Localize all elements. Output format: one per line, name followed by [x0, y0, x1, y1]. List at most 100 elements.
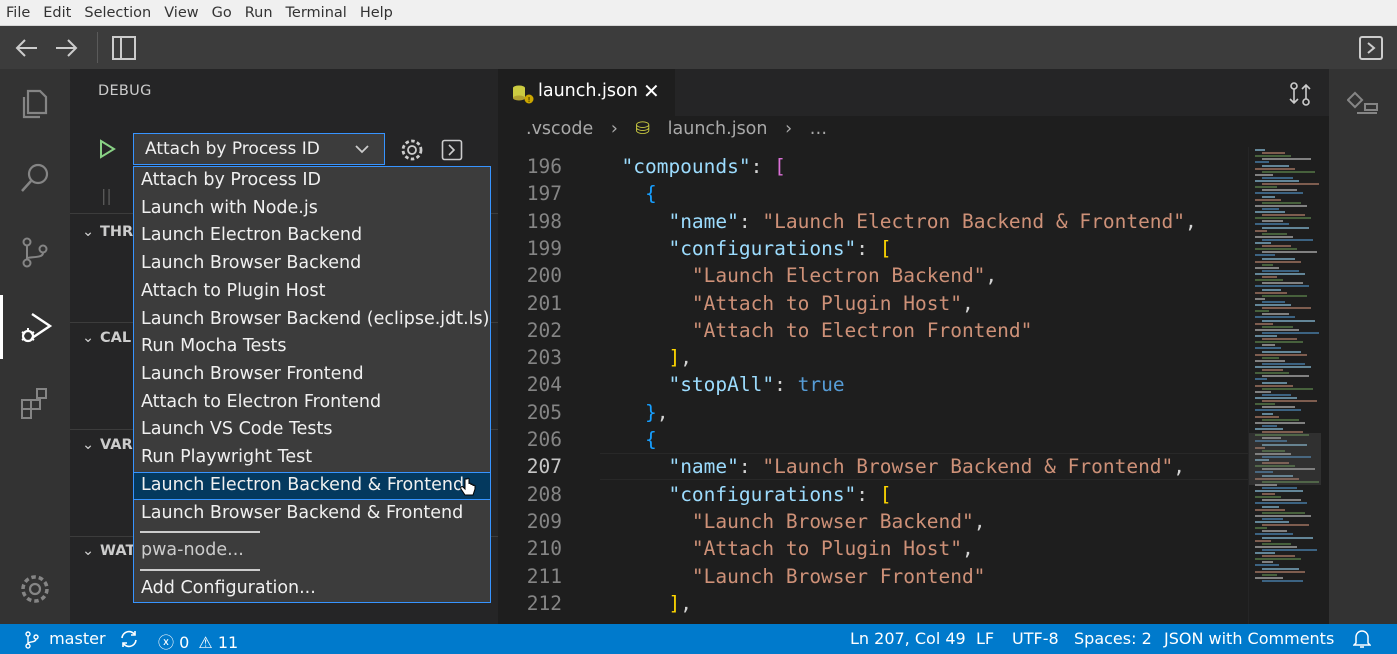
- code-line[interactable]: 201 "Attach to Plugin Host",: [498, 290, 1248, 317]
- menu-item-run[interactable]: Run: [245, 5, 273, 21]
- eol-indicator[interactable]: LF: [976, 629, 994, 648]
- menu-item-terminal[interactable]: Terminal: [286, 5, 347, 21]
- code-line[interactable]: 211 "Launch Browser Frontend": [498, 563, 1248, 590]
- dropdown-option-label: Launch Electron Backend & Frontend: [141, 475, 465, 495]
- dropdown-option[interactable]: Launch Browser Backend (eclipse.jdt.ls): [134, 306, 490, 333]
- language-mode[interactable]: JSON with Comments: [1164, 629, 1334, 648]
- minimap-line: [1255, 297, 1265, 300]
- minimap-line: [1262, 579, 1303, 582]
- menu-item-selection[interactable]: Selection: [84, 5, 151, 21]
- variables-section-header[interactable]: ⌄ VAR: [82, 437, 133, 453]
- dropdown-option[interactable]: Launch Browser Backend & Frontend: [134, 500, 490, 527]
- indentation-indicator[interactable]: Spaces: 2: [1074, 629, 1152, 648]
- dropdown-option[interactable]: Run Playwright Test: [134, 444, 490, 471]
- code-line[interactable]: 210 "Attach to Plugin Host",: [498, 535, 1248, 562]
- dropdown-option[interactable]: Launch with Node.js: [134, 195, 490, 222]
- menu-item-file[interactable]: File: [6, 5, 30, 21]
- run-debug-icon[interactable]: [0, 295, 70, 359]
- notifications-bell-icon[interactable]: [1353, 629, 1371, 649]
- line-number: 199: [526, 236, 562, 260]
- menu-item-help[interactable]: Help: [360, 5, 393, 21]
- back-arrow-icon[interactable]: [13, 34, 41, 62]
- minimap-line: [1262, 152, 1285, 155]
- code-line[interactable]: 204 "stopAll": true: [498, 371, 1248, 398]
- open-launch-json-gear-icon[interactable]: [399, 137, 425, 163]
- code-text: "Launch Browser Frontend": [691, 564, 986, 588]
- dropdown-option[interactable]: Attach to Plugin Host: [134, 278, 490, 305]
- dropdown-option[interactable]: Attach to Electron Frontend: [134, 389, 490, 416]
- explorer-icon[interactable]: [0, 72, 70, 136]
- breadcrumb-item[interactable]: …: [810, 119, 828, 139]
- toggle-panel-icon[interactable]: [1357, 34, 1385, 62]
- code-line[interactable]: 206 {: [498, 426, 1248, 453]
- settings-gear-icon[interactable]: [0, 557, 70, 621]
- minimap-slider[interactable]: [1249, 433, 1321, 485]
- dropdown-option[interactable]: Launch Browser Backend: [134, 250, 490, 277]
- sync-icon[interactable]: [119, 629, 139, 649]
- code-line[interactable]: 209 "Launch Browser Backend",: [498, 508, 1248, 535]
- line-number: 201: [526, 291, 562, 315]
- tab-bar: ! launch.json ✕: [498, 69, 1329, 116]
- minimap[interactable]: [1248, 147, 1321, 624]
- code-line[interactable]: 202 "Attach to Electron Frontend": [498, 317, 1248, 344]
- toggle-sidebar-icon[interactable]: [110, 34, 138, 62]
- breadcrumb-item[interactable]: launch.json: [668, 119, 768, 139]
- code-line[interactable]: 197 {: [498, 180, 1248, 207]
- code-line[interactable]: 205 },: [498, 399, 1248, 426]
- open-changes-icon[interactable]: [1288, 81, 1312, 107]
- dropdown-option[interactable]: Launch Browser Frontend: [134, 361, 490, 388]
- line-number: 211: [526, 564, 562, 588]
- minimap-line: [1262, 158, 1311, 161]
- encoding-indicator[interactable]: UTF-8: [1012, 629, 1059, 648]
- breadcrumb-item[interactable]: .vscode: [526, 119, 593, 139]
- code-line[interactable]: 199 "configurations": [: [498, 235, 1248, 262]
- debug-console-icon[interactable]: [441, 139, 463, 161]
- dropdown-option[interactable]: Attach by Process ID: [134, 167, 490, 194]
- code-line[interactable]: 212 ],: [498, 590, 1248, 617]
- extensions-icon[interactable]: [0, 371, 70, 435]
- threads-section-header[interactable]: ⌄ THR: [82, 224, 133, 240]
- menu-item-go[interactable]: Go: [212, 5, 232, 21]
- warning-count: 11: [217, 633, 239, 652]
- minimap-line: [1255, 291, 1287, 294]
- dropdown-option[interactable]: Launch VS Code Tests: [134, 416, 490, 443]
- dropdown-option[interactable]: Launch Electron Backend: [134, 222, 490, 249]
- dropdown-option[interactable]: Run Mocha Tests: [134, 333, 490, 360]
- code-line[interactable]: 207 "name": "Launch Browser Backend & Fr…: [498, 453, 1248, 481]
- dropdown-option-highlighted[interactable]: Launch Electron Backend & Frontend: [134, 472, 490, 500]
- minimap-line: [1255, 545, 1297, 548]
- code-line[interactable]: 198 "name": "Launch Electron Backend & F…: [498, 208, 1248, 235]
- start-debugging-icon[interactable]: [98, 139, 116, 159]
- call-stack-section-header[interactable]: ⌄ CAL: [82, 330, 131, 346]
- menu-item-view[interactable]: View: [164, 5, 198, 21]
- code-line[interactable]: 203 ],: [498, 344, 1248, 371]
- tab-launch-json[interactable]: ! launch.json ✕: [498, 69, 675, 116]
- minimap-line: [1255, 273, 1305, 275]
- debug-config-select[interactable]: Attach by Process ID: [133, 133, 385, 165]
- source-control-icon[interactable]: [0, 220, 70, 284]
- add-configuration-option[interactable]: Add Configuration...: [134, 575, 490, 602]
- minimap-line: [1262, 201, 1301, 204]
- minimap-line: [1262, 561, 1273, 564]
- problems-indicator[interactable]: ⓧ 0 ⚠ 11: [158, 629, 238, 653]
- minimap-line: [1262, 393, 1291, 396]
- timeline-compare-icon[interactable]: [1347, 87, 1381, 121]
- minimap-line: [1262, 375, 1309, 378]
- dropdown-option-pwa-node[interactable]: pwa-node...: [134, 537, 490, 564]
- menu-item-edit[interactable]: Edit: [43, 5, 71, 21]
- minimap-line: [1262, 245, 1291, 248]
- code-line[interactable]: 196 "compounds": [: [498, 153, 1248, 180]
- line-number: 210: [526, 537, 562, 561]
- menu-bar: File Edit Selection View Go Run Terminal Help: [0, 0, 1397, 26]
- cursor-position[interactable]: Ln 207, Col 49: [850, 629, 966, 648]
- watch-section-header[interactable]: ⌄ WAT: [82, 543, 135, 559]
- code-line[interactable]: 208 "configurations": [: [498, 481, 1248, 508]
- code-editor[interactable]: 196 "compounds": [197 {198 "name": "Laun…: [498, 153, 1248, 624]
- code-line[interactable]: 200 "Launch Electron Backend",: [498, 262, 1248, 289]
- minimap-line: [1255, 217, 1311, 220]
- branch-indicator[interactable]: master: [24, 629, 106, 649]
- close-icon[interactable]: ✕: [643, 79, 660, 103]
- search-icon[interactable]: [0, 146, 70, 210]
- forward-arrow-icon[interactable]: [52, 34, 80, 62]
- editor-area: ! launch.json ✕ .vscode › ⛁ launch.json …: [498, 69, 1329, 624]
